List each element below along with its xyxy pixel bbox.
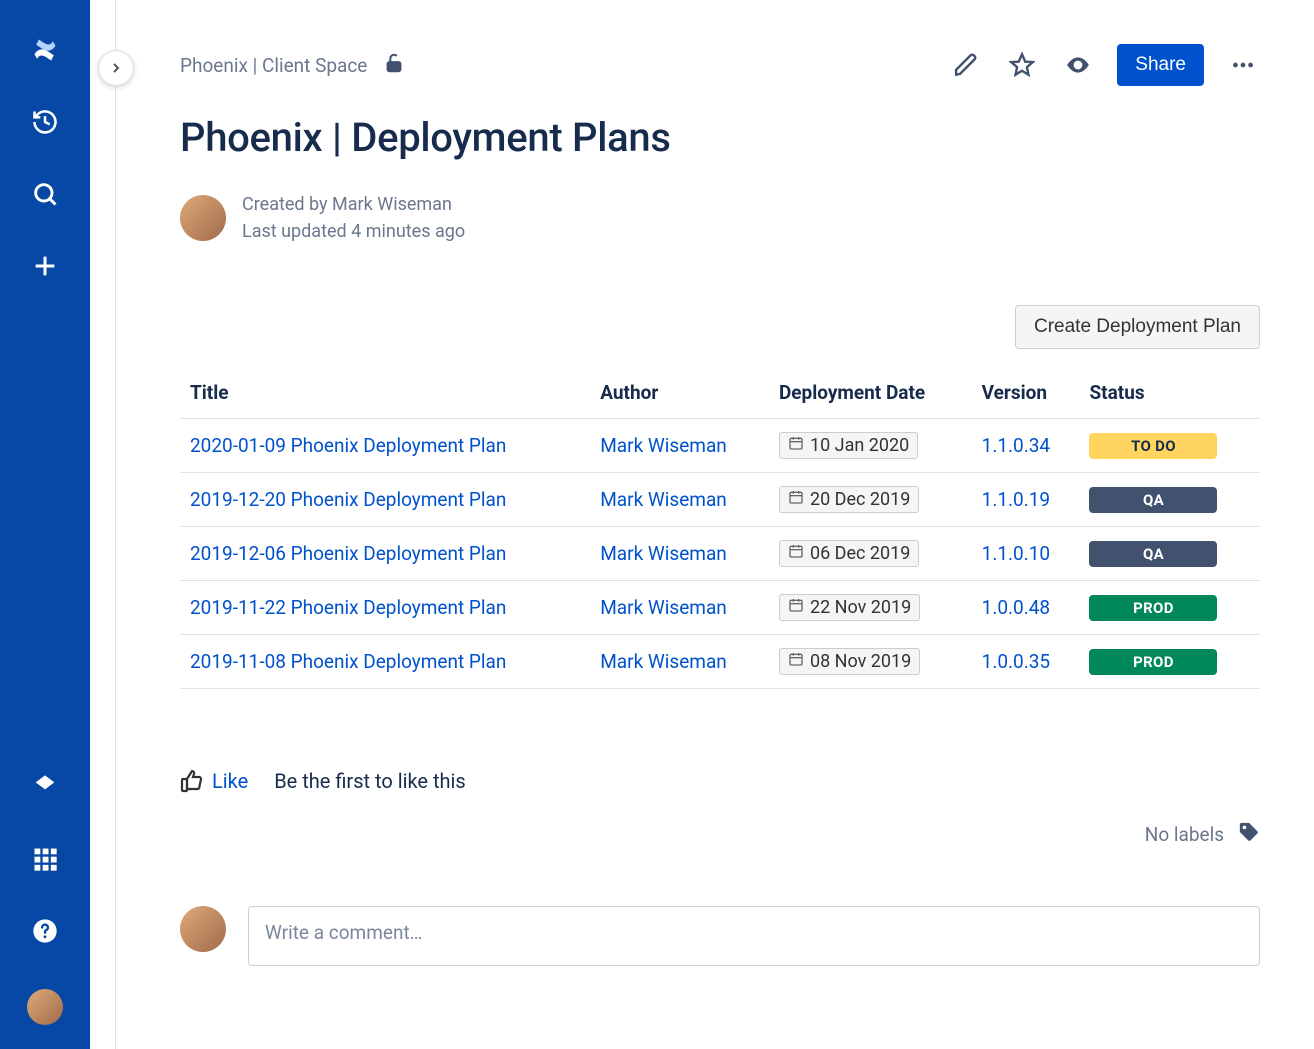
version-link[interactable]: 1.1.0.34	[982, 434, 1050, 457]
author-link[interactable]: Mark Wiseman	[600, 650, 727, 673]
author-link[interactable]: Mark Wiseman	[600, 434, 727, 457]
recent-icon[interactable]	[23, 100, 67, 144]
table-row: 2019-11-22 Phoenix Deployment Plan Mark W…	[180, 581, 1260, 635]
deployment-plans-table: Title Author Deployment Date Version Sta…	[180, 367, 1260, 689]
plan-title-link[interactable]: 2019-12-20 Phoenix Deployment Plan	[190, 488, 506, 511]
global-nav	[0, 0, 90, 1049]
status-badge: TO DO	[1089, 433, 1217, 459]
create-icon[interactable]	[23, 244, 67, 288]
date-pill: 06 Dec 2019	[779, 540, 919, 567]
author-link[interactable]: Mark Wiseman	[600, 542, 727, 565]
current-user-avatar[interactable]	[180, 906, 226, 952]
expand-sidebar-button[interactable]	[98, 50, 134, 86]
confluence-logo-icon[interactable]	[23, 28, 67, 72]
tag-icon[interactable]	[1238, 821, 1260, 848]
last-updated-text: Last updated 4 minutes ago	[242, 218, 465, 245]
col-date: Deployment Date	[769, 367, 972, 419]
created-by-text: Created by Mark Wiseman	[242, 191, 465, 218]
share-button[interactable]: Share	[1117, 44, 1204, 86]
edit-icon[interactable]	[949, 48, 983, 82]
col-status: Status	[1079, 367, 1260, 419]
search-icon[interactable]	[23, 172, 67, 216]
version-link[interactable]: 1.0.0.35	[982, 650, 1050, 673]
status-badge: PROD	[1089, 649, 1217, 675]
restrictions-icon[interactable]	[383, 52, 405, 78]
author-link[interactable]: Mark Wiseman	[600, 596, 727, 619]
star-icon[interactable]	[1005, 48, 1039, 82]
status-badge: QA	[1089, 541, 1217, 567]
like-label: Like	[212, 769, 248, 793]
plan-title-link[interactable]: 2019-12-06 Phoenix Deployment Plan	[190, 542, 506, 565]
help-icon[interactable]	[23, 909, 67, 953]
notifications-icon[interactable]	[23, 765, 67, 809]
date-pill: 20 Dec 2019	[779, 486, 919, 513]
status-badge: PROD	[1089, 595, 1217, 621]
version-link[interactable]: 1.1.0.19	[982, 488, 1050, 511]
watch-icon[interactable]	[1061, 48, 1095, 82]
date-pill: 10 Jan 2020	[779, 432, 918, 459]
version-link[interactable]: 1.0.0.48	[982, 596, 1050, 619]
more-actions-icon[interactable]	[1226, 48, 1260, 82]
like-button[interactable]: Like	[180, 769, 248, 793]
table-row: 2019-12-20 Phoenix Deployment Plan Mark W…	[180, 473, 1260, 527]
table-row: 2020-01-09 Phoenix Deployment Plan Mark W…	[180, 419, 1260, 473]
calendar-icon	[788, 597, 804, 618]
like-prompt: Be the first to like this	[274, 769, 466, 793]
calendar-icon	[788, 435, 804, 456]
col-author: Author	[590, 367, 769, 419]
date-pill: 22 Nov 2019	[779, 594, 920, 621]
author-avatar[interactable]	[180, 195, 226, 241]
comment-input[interactable]: Write a comment…	[248, 906, 1260, 966]
col-title: Title	[180, 367, 590, 419]
profile-avatar[interactable]	[27, 989, 63, 1025]
calendar-icon	[788, 543, 804, 564]
version-link[interactable]: 1.1.0.10	[982, 542, 1050, 565]
page-title: Phoenix | Deployment Plans	[180, 114, 1260, 161]
page-main: Phoenix | Client Space Share	[116, 0, 1314, 1049]
plan-title-link[interactable]: 2019-11-08 Phoenix Deployment Plan	[190, 650, 506, 673]
plan-title-link[interactable]: 2019-11-22 Phoenix Deployment Plan	[190, 596, 506, 619]
table-row: 2019-11-08 Phoenix Deployment Plan Mark W…	[180, 635, 1260, 689]
plan-title-link[interactable]: 2020-01-09 Phoenix Deployment Plan	[190, 434, 506, 457]
calendar-icon	[788, 489, 804, 510]
calendar-icon	[788, 651, 804, 672]
status-badge: QA	[1089, 487, 1217, 513]
col-version: Version	[972, 367, 1080, 419]
no-labels-text: No labels	[1145, 823, 1224, 846]
author-link[interactable]: Mark Wiseman	[600, 488, 727, 511]
breadcrumb[interactable]: Phoenix | Client Space	[180, 54, 367, 77]
apps-icon[interactable]	[23, 837, 67, 881]
sidebar-rail	[90, 0, 116, 1049]
create-deployment-plan-button[interactable]: Create Deployment Plan	[1015, 305, 1260, 349]
table-row: 2019-12-06 Phoenix Deployment Plan Mark W…	[180, 527, 1260, 581]
date-pill: 08 Nov 2019	[779, 648, 920, 675]
